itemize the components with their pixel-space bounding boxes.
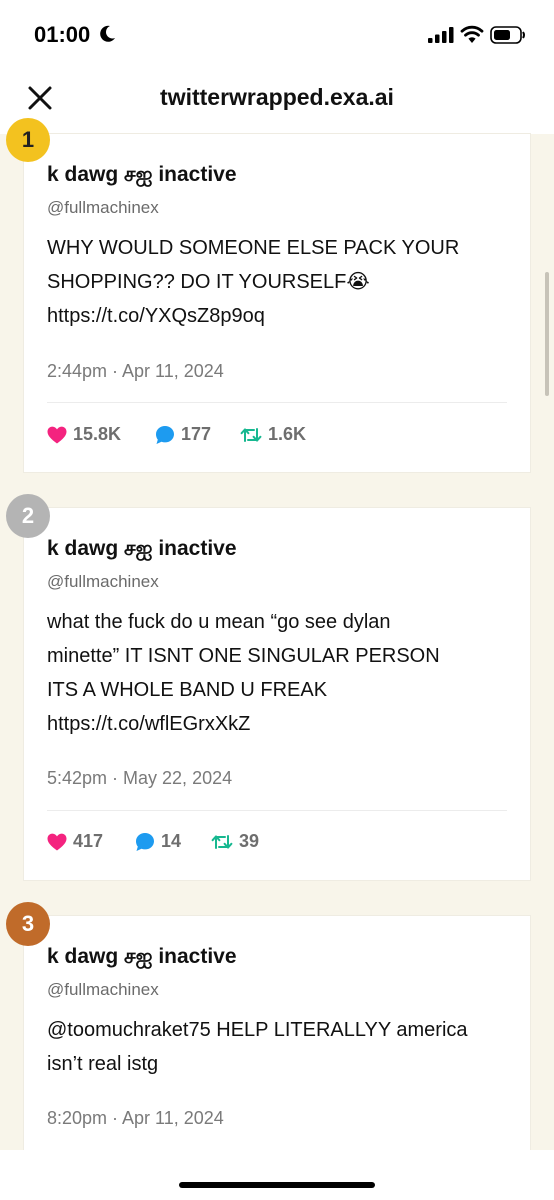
battery-icon (490, 26, 525, 44)
browser-header: twitterwrapped.exa.ai (0, 68, 554, 134)
author-name[interactable]: k dawg சஐ inactive (47, 537, 237, 563)
heart-icon (47, 833, 67, 850)
like-count: 417 (73, 831, 104, 851)
tweet-timestamp[interactable]: 2:44pm · Apr 11, 2024 (47, 361, 224, 382)
tweet-link[interactable]: https://t.co/YXQsZ8p9oq (47, 299, 517, 333)
retweet-count: 39 (239, 831, 260, 851)
rank-badge-bronze: 3 (6, 902, 50, 946)
page-url-title: twitterwrapped.exa.ai (160, 84, 394, 110)
like-stat[interactable]: 15.8K (47, 424, 121, 445)
wifi-icon (460, 25, 484, 43)
author-name[interactable]: k dawg சஐ inactive (47, 163, 237, 189)
retweet-count: 1.6K (268, 424, 307, 444)
speech-bubble-icon (156, 425, 174, 444)
retweet-icon (211, 834, 233, 849)
divider (47, 810, 507, 811)
tweet-card[interactable]: 3 k dawg சஐ inactive @fullmachinex @toom… (6, 902, 530, 1150)
like-count: 15.8K (73, 424, 122, 444)
moon-icon (100, 25, 115, 42)
scrollbar[interactable] (545, 272, 549, 396)
tweet-text: WHY WOULD SOMEONE ELSE PACK YOUR SHOPPIN… (47, 231, 517, 333)
status-bar: 01:00 (0, 0, 554, 68)
tweet-card[interactable]: 2 k dawg சஐ inactive @fullmachinex what … (6, 494, 530, 880)
tweet-text-line: what the fuck do u mean “go see dylan (47, 611, 391, 633)
tweet-text: what the fuck do u mean “go see dylan mi… (47, 605, 517, 741)
author-handle[interactable]: @fullmachinex (47, 198, 159, 218)
tweet-text: @toomuchraket75 HELP LITERALLYY america … (47, 1013, 517, 1081)
tweet-card[interactable]: 1 k dawg சஐ inactive @fullmachinex WHY W… (6, 118, 530, 472)
author-handle[interactable]: @fullmachinex (47, 980, 159, 1000)
speech-bubble-icon (136, 832, 154, 851)
status-time: 01:00 (34, 22, 91, 47)
tweet-text-line: isn’t real istg (47, 1053, 159, 1075)
tweet-text-line: ITS A WHOLE BAND U FREAK (47, 679, 328, 701)
tweet-text-line: SHOPPING?? DO IT YOURSELF😭 (47, 271, 370, 293)
divider (47, 402, 507, 403)
author-name[interactable]: k dawg சஐ inactive (47, 945, 237, 971)
like-stat[interactable]: 417 (47, 831, 103, 852)
heart-icon (47, 426, 67, 443)
tweet-text-line: @toomuchraket75 HELP LITERALLYY america (47, 1019, 468, 1041)
tweet-link[interactable]: https://t.co/wflEGrxXkZ (47, 707, 517, 741)
home-indicator[interactable] (179, 1182, 375, 1188)
reply-count: 177 (181, 424, 212, 444)
reply-stat[interactable]: 177 (155, 424, 211, 445)
tweet-text-line: minette” IT ISNT ONE SINGULAR PERSON (47, 645, 440, 667)
author-handle[interactable]: @fullmachinex (47, 572, 159, 592)
bottom-safe-area (0, 1150, 554, 1200)
tweet-timestamp[interactable]: 8:20pm · Apr 11, 2024 (47, 1108, 224, 1129)
rank-badge-gold: 1 (6, 118, 50, 162)
rank-badge-silver: 2 (6, 494, 50, 538)
signal-icon (428, 27, 454, 43)
reply-stat[interactable]: 14 (135, 831, 181, 852)
tweet-text-line: WHY WOULD SOMEONE ELSE PACK YOUR (47, 237, 460, 259)
retweet-stat[interactable]: 1.6K (240, 424, 306, 445)
retweet-icon (240, 427, 262, 442)
tweet-timestamp[interactable]: 5:42pm · May 22, 2024 (47, 768, 232, 789)
reply-count: 14 (161, 831, 182, 851)
retweet-stat[interactable]: 39 (211, 831, 259, 852)
